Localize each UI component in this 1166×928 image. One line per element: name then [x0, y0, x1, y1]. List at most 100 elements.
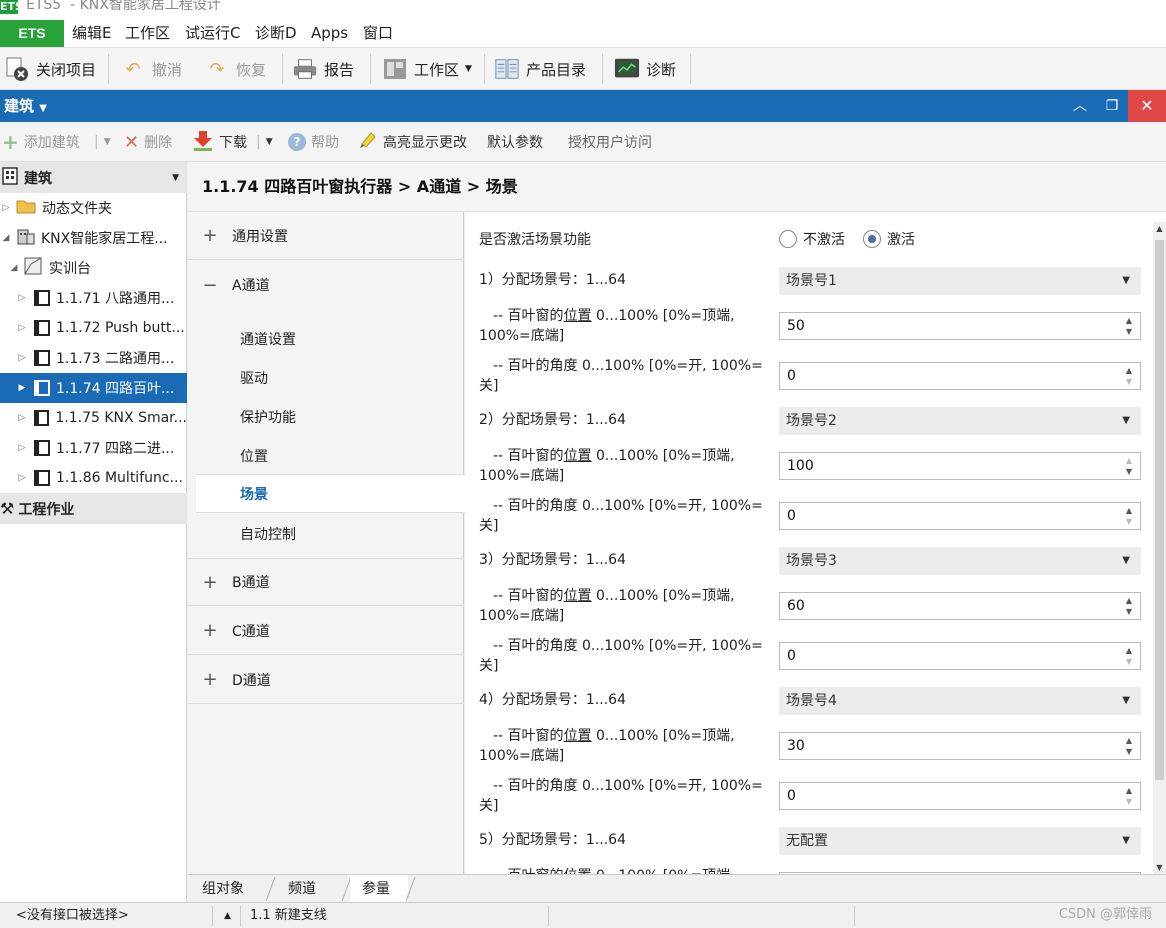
expand-arrow-icon: ▷ [18, 323, 26, 333]
radio-activate[interactable]: 激活 [863, 229, 915, 249]
menu-window[interactable]: 窗口 [363, 18, 393, 48]
close-icon[interactable]: ✕ [1128, 90, 1166, 122]
download-dropdown[interactable]: | ▼ [256, 122, 273, 162]
menu-diagnostics[interactable]: 诊断D [255, 18, 297, 48]
nav-channel-b[interactable]: + B通道 [188, 558, 464, 606]
chevron-down-icon: ▼ [1122, 835, 1130, 846]
tree-device-1-1-86[interactable]: ▷ 1.1.86 Multifunc... [0, 463, 187, 493]
building-panel-header: 建筑 ▼ ︿ ❐ ✕ [0, 90, 1166, 122]
parameter-scrollbar[interactable]: ▲ ▼ [1153, 222, 1166, 874]
building-icon [2, 166, 18, 189]
scene-1-position-label: -- 百叶窗的位置 0...100% [0%=顶端, 100%=底端] [479, 308, 735, 344]
scene-1-angle-input[interactable]: 0 ▲ ▼ [779, 362, 1141, 390]
diagnostics-button[interactable]: 诊断 [614, 53, 676, 85]
radio-off-indicator [779, 230, 797, 248]
ets-menu-button[interactable]: ETS [0, 20, 64, 47]
nav-channel-a[interactable]: − A通道 [188, 261, 464, 309]
highlight-changes-button[interactable]: 高亮显示更改 [358, 122, 467, 162]
tree-device-1-1-77[interactable]: ▷ 1.1.77 四路二进... [0, 433, 187, 463]
collapse-arrow-icon: ◢ [10, 263, 18, 273]
device-icon [33, 410, 50, 426]
ets-app-icon: ETS [0, 0, 23, 14]
nav-channel-d[interactable]: + D通道 [188, 656, 464, 704]
tree-header-building[interactable]: 建筑 ▼ [0, 162, 187, 193]
plus-icon: + [2, 130, 19, 154]
scene-4-angle-input[interactable]: 0 ▲ ▼ [779, 782, 1141, 810]
nav-position[interactable]: 位置 [196, 436, 464, 475]
scene-1-position-input[interactable]: 50 ▲ ▼ [779, 312, 1141, 340]
printer-icon [292, 56, 318, 82]
scene-4-select[interactable]: 场景号4 ▼ [779, 687, 1141, 715]
authorize-access-button[interactable]: 授权用户访问 [568, 122, 652, 162]
nav-protection[interactable]: 保护功能 [196, 397, 464, 436]
scene-2-angle-label: -- 百叶的角度 0...100% [0%=开, 100%=关] [479, 498, 763, 534]
tree-device-1-1-75[interactable]: ▷ 1.1.75 KNX Smar... [0, 403, 187, 433]
delete-button[interactable]: ✕ 删除 [124, 122, 172, 162]
chevron-up-icon[interactable]: ▲ [224, 903, 231, 928]
scene-2-select[interactable]: 场景号2 ▼ [779, 407, 1141, 435]
redo-button[interactable]: ↷ 恢复 [204, 53, 266, 85]
add-building-button[interactable]: + 添加建筑 [2, 122, 80, 162]
scroll-up-icon[interactable]: ▲ [1153, 224, 1166, 233]
undo-button[interactable]: ↶ 撤消 [120, 53, 182, 85]
expand-arrow-icon: ▷ [18, 443, 26, 453]
expand-arrow-icon: ▶ [18, 383, 26, 393]
parameter-panel: 是否激活场景功能 不激活 激活 1）分配场景号：1...64 场景号1 ▼ -- … [465, 212, 1166, 874]
panel-title-dropdown[interactable]: 建筑 ▼ [4, 90, 47, 125]
tree-item-dynamic-folder[interactable]: ▷ 动态文件夹 [0, 193, 187, 223]
tree-item-room[interactable]: ◢ 实训台 [0, 253, 187, 283]
scene-3-position-input[interactable]: 60 ▲ ▼ [779, 592, 1141, 620]
menu-edit[interactable]: 编辑E [72, 18, 111, 48]
nav-auto-control[interactable]: 自动控制 [196, 514, 464, 553]
menu-apps[interactable]: Apps [311, 18, 348, 48]
product-catalog-button[interactable]: 产品目录 [494, 53, 586, 85]
scene-5-select[interactable]: 无配置 ▼ [779, 827, 1141, 855]
close-project-button[interactable]: 关闭项目 [4, 53, 96, 85]
expand-arrow-icon: ▷ [18, 413, 26, 423]
nav-drive[interactable]: 驱动 [196, 358, 464, 397]
tree-device-1-1-73[interactable]: ▷ 1.1.73 二路通用... [0, 343, 187, 373]
help-button[interactable]: ? 帮助 [288, 122, 339, 162]
restore-icon[interactable]: ❐ [1096, 90, 1128, 122]
expand-plus-icon: + [202, 669, 218, 690]
tree-device-1-1-71[interactable]: ▷ 1.1.71 八路通用... [0, 283, 187, 313]
nav-channel-c[interactable]: + C通道 [188, 607, 464, 655]
radio-deactivate[interactable]: 不激活 [779, 229, 845, 249]
menu-workspace[interactable]: 工作区 [125, 18, 170, 48]
scene-5-label: 5）分配场景号：1...64 [479, 832, 626, 848]
diagnostics-icon [614, 56, 640, 82]
workspace-button[interactable]: 工作区 ▼ [382, 53, 472, 85]
tab-group-objects[interactable]: 组对象 [202, 875, 244, 903]
scene-3-position-label: -- 百叶窗的位置 0...100% [0%=顶端, 100%=底端] [479, 588, 735, 624]
scene-2-angle-input[interactable]: 0 ▲ ▼ [779, 502, 1141, 530]
download-button[interactable]: 下载 [192, 122, 247, 162]
tree-device-1-1-72[interactable]: ▷ 1.1.72 Push butt... [0, 313, 187, 343]
scene-3-angle-input[interactable]: 0 ▲ ▼ [779, 642, 1141, 670]
scene-2-position-input[interactable]: 100 ▲ ▼ [779, 452, 1141, 480]
tab-channels[interactable]: 频道 [288, 875, 316, 903]
highlighter-icon [358, 130, 378, 154]
scene-1-angle-label: -- 百叶的角度 0...100% [0%=开, 100%=关] [479, 358, 763, 394]
add-building-dropdown[interactable]: | ▼ [94, 122, 111, 162]
default-params-button[interactable]: 默认参数 [487, 122, 543, 162]
report-button[interactable]: 报告 [292, 53, 354, 85]
nav-general-settings[interactable]: + 通用设置 [188, 212, 464, 260]
status-bar: <没有接口被选择> ▲ 1.1 新建支线 CSDN @郭倖雨 [0, 902, 1166, 928]
tab-parameters[interactable]: 参量 [350, 875, 408, 903]
scene-1-select[interactable]: 场景号1 ▼ [779, 267, 1141, 295]
tree-item-project[interactable]: ◢ KNX智能家居工程... [0, 223, 187, 253]
breadcrumb: 1.1.74 四路百叶窗执行器 > A通道 > 场景 [188, 162, 1166, 212]
scroll-down-icon[interactable]: ▼ [1153, 863, 1166, 872]
tree-header-project-tasks[interactable]: ⚒ 工程作业 [0, 493, 187, 524]
chevron-down-icon: ▼ [172, 172, 179, 183]
menu-commissioning[interactable]: 试运行C [185, 18, 240, 48]
nav-scene[interactable]: 场景 [196, 474, 466, 513]
nav-channel-settings[interactable]: 通道设置 [196, 319, 464, 358]
scene-3-label: 3）分配场景号：1...64 [479, 552, 626, 568]
scene-4-position-input[interactable]: 30 ▲ ▼ [779, 732, 1141, 760]
tree-device-1-1-74[interactable]: ▶ 1.1.74 四路百叶... [0, 373, 187, 403]
interface-status[interactable]: <没有接口被选择> [16, 903, 129, 928]
collapse-icon[interactable]: ︿ [1064, 90, 1096, 122]
scene-3-select[interactable]: 场景号3 ▼ [779, 547, 1141, 575]
scrollbar-thumb[interactable] [1155, 240, 1164, 780]
